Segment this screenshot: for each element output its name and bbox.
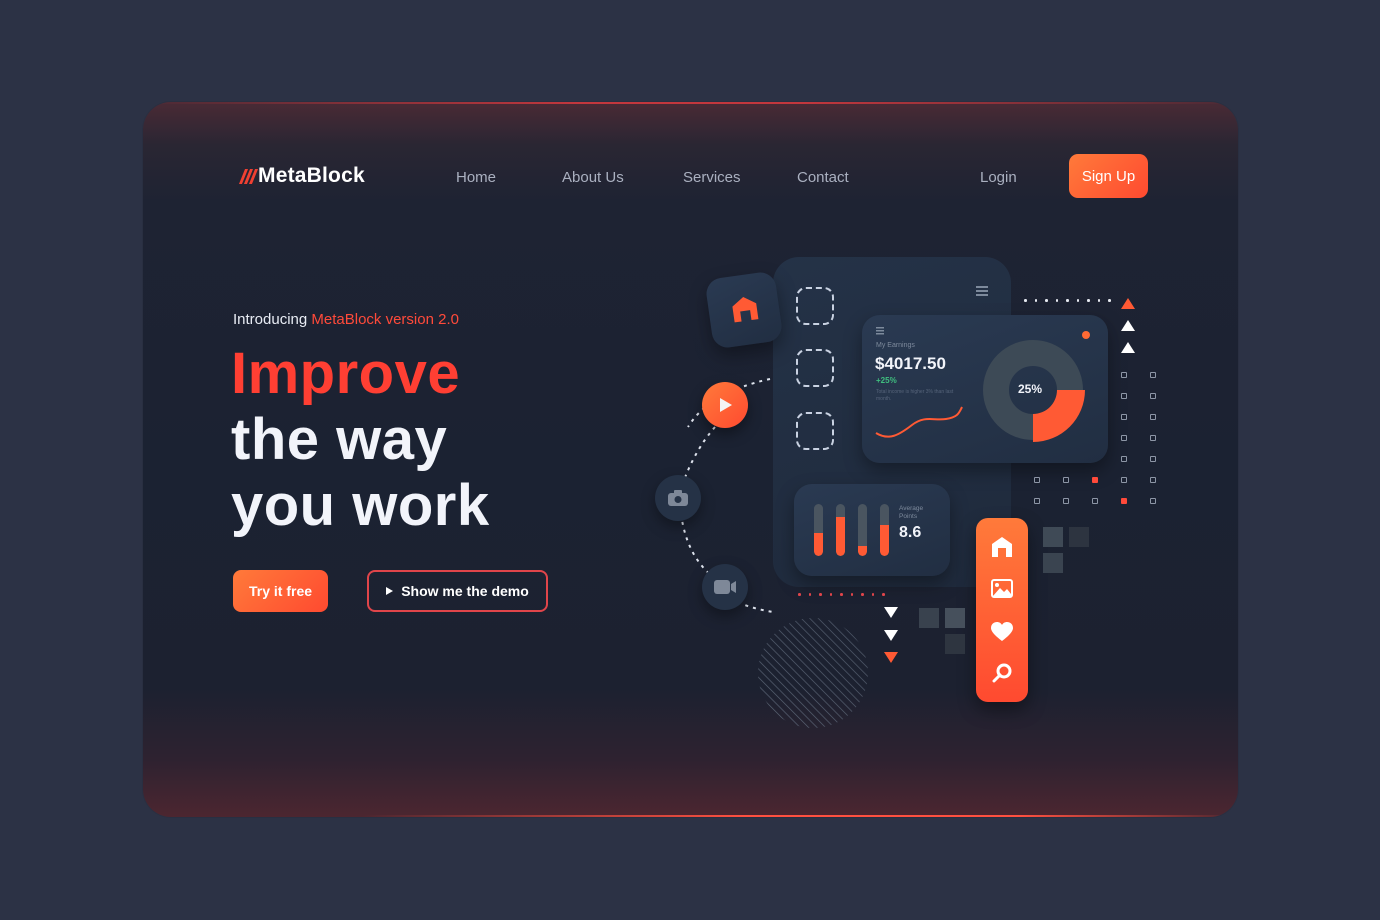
- home-icon[interactable]: [991, 536, 1013, 558]
- triangle-up-icon: [1121, 298, 1135, 309]
- camera-button[interactable]: [655, 475, 701, 521]
- donut-segment: [1033, 390, 1085, 442]
- show-demo-button[interactable]: Show me the demo: [367, 570, 548, 612]
- try-free-button[interactable]: Try it free: [233, 570, 328, 612]
- placeholder-slot[interactable]: [796, 287, 834, 325]
- icon-sidebar: [976, 518, 1028, 702]
- play-icon: [720, 398, 732, 412]
- decor-dot: [1150, 393, 1156, 399]
- earnings-card: My Earnings $4017.50 +25% Total income i…: [862, 315, 1108, 463]
- triangle-down-icon: [884, 607, 898, 618]
- hatched-circle: [758, 618, 868, 728]
- decor-dot: [1150, 435, 1156, 441]
- points-bar: [880, 504, 889, 556]
- nav-contact[interactable]: Contact: [797, 169, 849, 186]
- login-link[interactable]: Login: [980, 169, 1017, 186]
- triangle-down-icon: [884, 652, 898, 663]
- decor-dot: [1121, 393, 1127, 399]
- search-icon[interactable]: [992, 663, 1012, 683]
- home-tile[interactable]: [704, 270, 784, 350]
- decor-dot: [1121, 435, 1127, 441]
- landing-card: MetaBlock Home About Us Services Contact…: [143, 102, 1238, 817]
- points-bar: [858, 504, 867, 556]
- status-dot: [1082, 331, 1090, 339]
- points-bar: [836, 504, 845, 556]
- placeholder-slot[interactable]: [796, 412, 834, 450]
- logo-mark-icon: [238, 168, 259, 184]
- menu-icon[interactable]: [976, 284, 988, 302]
- home-icon: [732, 296, 759, 323]
- camera-icon: [668, 490, 688, 506]
- decor-square: [945, 634, 965, 654]
- headline-line-3: you work: [231, 473, 490, 538]
- nav-services[interactable]: Services: [683, 169, 741, 186]
- video-button[interactable]: [702, 564, 748, 610]
- decor-dots-red: [798, 593, 885, 596]
- decor-dot: [1063, 477, 1069, 483]
- intro-text: Introducing MetaBlock version 2.0: [233, 311, 459, 328]
- decor-dot: [1092, 477, 1098, 483]
- decor-dot: [1121, 498, 1127, 504]
- show-demo-label: Show me the demo: [401, 583, 529, 599]
- nav-home[interactable]: Home: [456, 169, 496, 186]
- points-bar: [814, 504, 823, 556]
- logo[interactable]: MetaBlock: [238, 164, 365, 188]
- triangle-up-icon: [1121, 320, 1135, 331]
- heart-icon[interactable]: [991, 622, 1013, 642]
- decor-dot: [1150, 414, 1156, 420]
- nav-about-us[interactable]: About Us: [562, 169, 624, 186]
- decor-square: [1043, 527, 1063, 547]
- placeholder-slot[interactable]: [796, 349, 834, 387]
- decor-dot: [1034, 498, 1040, 504]
- signup-button[interactable]: Sign Up: [1069, 154, 1148, 198]
- earnings-sparkline: [875, 406, 963, 438]
- decor-square: [1069, 527, 1089, 547]
- decor-square: [945, 608, 965, 628]
- triangle-down-icon: [884, 630, 898, 641]
- donut-label: 25%: [1018, 382, 1043, 396]
- decor-dot: [1121, 414, 1127, 420]
- triangle-up-icon: [1121, 342, 1135, 353]
- earnings-amount: $4017.50: [875, 354, 946, 373]
- decor-dot: [1092, 498, 1098, 504]
- decor-dot: [1150, 372, 1156, 378]
- decor-dot: [1121, 456, 1127, 462]
- play-icon: [386, 587, 394, 595]
- play-button[interactable]: [702, 382, 748, 428]
- decor-square: [1043, 553, 1063, 573]
- video-icon: [714, 580, 736, 594]
- earnings-title: My Earnings: [876, 342, 915, 349]
- points-label: Average Points: [899, 505, 923, 521]
- image-icon[interactable]: [991, 579, 1013, 598]
- decor-dot: [1034, 477, 1040, 483]
- intro-prefix: Introducing: [233, 311, 308, 328]
- decor-square: [919, 608, 939, 628]
- intro-highlight: MetaBlock version 2.0: [311, 311, 459, 328]
- menu-icon: [876, 327, 884, 335]
- decor-dot: [1121, 477, 1127, 483]
- points-card: Average Points 8.6: [794, 484, 950, 576]
- decor-dot: [1121, 372, 1127, 378]
- decor-dot: [1150, 477, 1156, 483]
- headline-line-1: Improve: [231, 341, 461, 406]
- earnings-change: +25%: [876, 376, 897, 385]
- decor-dots: [1024, 299, 1111, 302]
- headline-line-2: the way: [231, 407, 448, 472]
- decor-dot: [1063, 498, 1069, 504]
- earnings-note: Total income is higher 3% than last mont…: [876, 389, 954, 402]
- points-value: 8.6: [899, 524, 922, 541]
- logo-text: MetaBlock: [258, 164, 365, 187]
- points-label-1: Average: [899, 505, 924, 512]
- points-label-2: Points: [899, 513, 918, 520]
- decor-dot: [1150, 456, 1156, 462]
- decor-dot: [1150, 498, 1156, 504]
- points-bars: [814, 504, 894, 556]
